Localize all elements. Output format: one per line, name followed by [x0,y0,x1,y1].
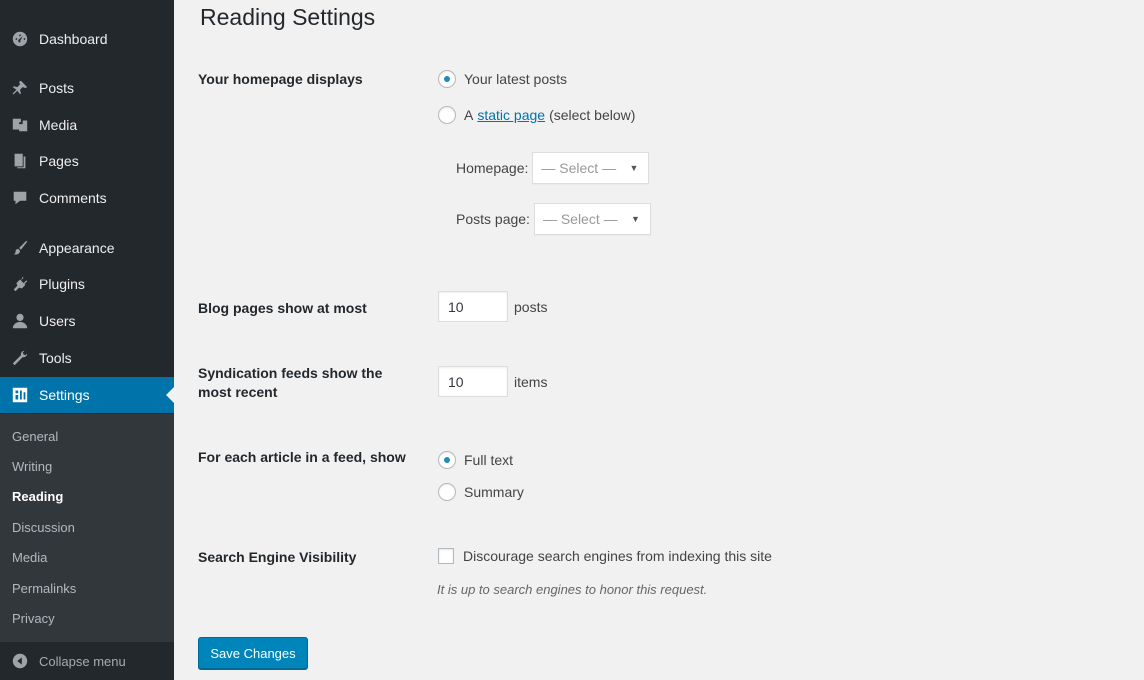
homepage-displays-label: Your homepage displays [198,71,363,87]
sidebar-item-appearance[interactable]: Appearance [0,230,174,266]
blog-pages-unit: posts [514,298,548,315]
sidebar-item-settings[interactable]: Settings [0,377,174,413]
sidebar-item-label: Comments [39,190,107,206]
sidebar-item-tools[interactable]: Tools [0,340,174,376]
sidebar-item-label: Users [39,313,76,329]
submenu-item-media[interactable]: Media [12,550,47,565]
static-page-link[interactable]: static page [477,107,545,123]
syndication-row: 10 items [438,366,547,397]
sidebar-item-media[interactable]: Media [0,107,174,143]
radio-button[interactable] [438,106,456,124]
posts-page-select-label: Posts page: [456,211,530,227]
settings-submenu: General Writing Reading Discussion Media… [0,414,174,642]
settings-icon [10,385,30,405]
admin-sidebar: Dashboard Posts Media Pages Comments App… [0,0,174,680]
sidebar-item-dashboard[interactable]: Dashboard [0,21,174,57]
chevron-down-icon: ▼ [631,214,640,224]
chevron-down-icon: ▼ [629,163,639,173]
radio-button[interactable] [438,70,456,88]
discourage-search-checkbox-row[interactable]: Discourage search engines from indexing … [438,548,772,564]
page-title: Reading Settings [200,4,376,30]
discourage-search-checkbox[interactable] [438,548,454,564]
feed-article-label: For each article in a feed, show [198,449,406,465]
save-changes-button[interactable]: Save Changes [198,637,308,669]
radio-button[interactable] [438,483,456,501]
sidebar-item-label: Pages [39,153,79,169]
submenu-item-permalinks[interactable]: Permalinks [12,581,76,596]
blog-pages-label: Blog pages show at most [198,300,367,316]
blog-pages-input[interactable]: 10 [438,291,508,322]
sidebar-item-plugins[interactable]: Plugins [0,266,174,302]
syndication-label: Syndication feeds show the most recent [198,365,383,400]
sidebar-item-users[interactable]: Users [0,303,174,339]
sidebar-item-label: Plugins [39,276,85,292]
submenu-item-general[interactable]: General [12,429,58,444]
main-content: Reading Settings Your homepage displays … [174,0,1144,680]
wrench-icon [10,348,30,368]
sidebar-item-label: Appearance [39,240,115,256]
homepage-select-label: Homepage: [456,160,529,176]
search-visibility-label: Search Engine Visibility [198,549,357,565]
pin-icon [10,78,30,98]
plugin-icon [10,274,30,294]
radio-full-text[interactable]: Full text [438,451,513,469]
collapse-menu-label: Collapse menu [39,653,126,669]
sidebar-item-posts[interactable]: Posts [0,70,174,106]
sidebar-item-label: Tools [39,350,72,366]
homepage-select[interactable]: — Select — ▼ [532,152,650,184]
submenu-item-privacy[interactable]: Privacy [12,611,55,626]
submenu-item-reading[interactable]: Reading [12,489,63,504]
radio-label: Full text [464,452,514,468]
radio-label: Summary [464,484,524,500]
radio-button[interactable] [438,451,456,469]
search-visibility-description: It is up to search engines to honor this… [437,582,708,597]
radio-label: Your latest posts [464,71,567,87]
collapse-arrow-icon [10,651,30,671]
radio-static-page[interactable]: A static page (select below) [438,106,635,124]
submenu-item-discussion[interactable]: Discussion [12,520,75,535]
dashboard-icon [10,29,30,49]
sidebar-item-label: Dashboard [39,31,108,47]
comment-icon [10,188,30,208]
blog-pages-row: 10 posts [438,291,547,322]
pages-icon [10,151,30,171]
media-icon [10,115,30,135]
select-value: — Select — [542,211,618,227]
radio-latest-posts[interactable]: Your latest posts [438,70,567,88]
sidebar-item-label: Media [39,117,78,133]
radio-label-suffix: (select below) [549,107,636,123]
radio-summary[interactable]: Summary [438,483,524,501]
posts-page-select[interactable]: — Select — ▼ [533,203,651,235]
select-value: — Select — [541,160,617,176]
sidebar-item-pages[interactable]: Pages [0,143,174,179]
checkbox-label: Discourage search engines from indexing … [463,548,772,564]
syndication-unit: items [514,373,548,390]
syndication-input[interactable]: 10 [438,366,508,397]
user-icon [10,311,30,331]
collapse-menu-button[interactable]: Collapse menu [0,643,174,679]
posts-page-select-row: Posts page: — Select — ▼ [456,203,651,235]
sidebar-item-label: Posts [39,80,75,96]
brush-icon [10,238,30,258]
submenu-item-writing[interactable]: Writing [12,459,52,474]
homepage-select-row: Homepage: — Select — ▼ [456,152,650,184]
radio-label-prefix: A [464,107,474,123]
sidebar-item-label: Settings [39,387,90,403]
sidebar-item-comments[interactable]: Comments [0,180,174,216]
